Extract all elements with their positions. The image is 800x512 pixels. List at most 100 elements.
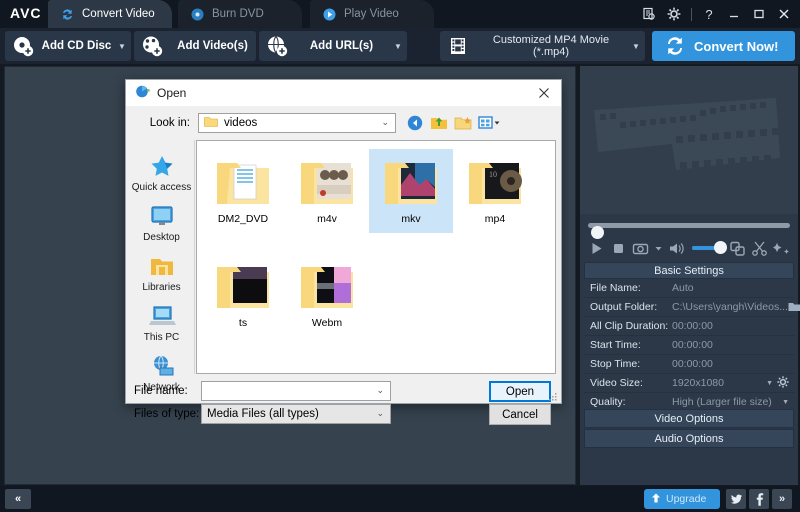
gear-icon[interactable] [777, 375, 789, 391]
main-toolbar: Add CD Disc ▼ Add Video(s) Add URL(s) ▼ … [0, 28, 800, 64]
libraries-icon [148, 254, 176, 280]
basic-settings-list: File Name: Auto Output Folder: C:\Users\… [584, 279, 800, 412]
titlebar: AVC Convert Video Burn DVD Play Video ? [0, 0, 800, 28]
file-name: m4v [317, 213, 337, 225]
add-cd-disc-label: Add CD Disc [41, 40, 112, 52]
cancel-button[interactable]: Cancel [489, 404, 551, 425]
cd-plus-icon [12, 35, 34, 57]
merge-icon[interactable] [729, 240, 746, 257]
profile-selector[interactable]: Customized MP4 Movie (*.mp4) ▼ [440, 31, 645, 61]
files-of-type-value: Media Files (all types) [207, 408, 319, 420]
place-label: Quick access [131, 181, 192, 193]
new-folder-icon[interactable] [454, 114, 472, 132]
file-item[interactable]: DM2_DVD [201, 149, 285, 233]
chevron-down-icon[interactable]: ▼ [766, 380, 773, 387]
setting-value[interactable]: C:\Users\yangh\Videos... [672, 301, 788, 313]
file-name-input[interactable]: ⌄ [201, 381, 391, 401]
resize-grip[interactable] [548, 391, 558, 401]
more-icon[interactable]: » [772, 489, 792, 509]
file-item-selected[interactable]: mkv [369, 149, 453, 233]
audio-options-button[interactable]: Audio Options [584, 429, 794, 448]
task-list-icon[interactable] [641, 6, 657, 22]
folder-icon[interactable] [788, 301, 800, 313]
convert-arrows-icon [664, 35, 686, 57]
convert-now-button[interactable]: Convert Now! [652, 31, 795, 61]
folder-icon [204, 116, 218, 131]
setting-value[interactable]: 00:00:00 [672, 358, 794, 370]
file-item[interactable]: m4v [285, 149, 369, 233]
setting-row-file-name: File Name: Auto [584, 279, 794, 298]
chevron-down-icon[interactable]: ⌄ [376, 385, 384, 396]
add-urls-button[interactable]: Add URL(s) ▼ [259, 31, 407, 61]
video-options-button[interactable]: Video Options [584, 409, 794, 428]
seek-bar[interactable] [580, 216, 798, 239]
place-label: Libraries [142, 281, 181, 293]
file-list[interactable]: DM2_DVD m4v mkv 10 mp4 ts Webm [196, 140, 556, 374]
up-one-level-icon[interactable] [430, 114, 448, 132]
twitter-icon[interactable] [726, 489, 746, 509]
scissors-icon[interactable] [751, 240, 768, 257]
folder-icon [382, 155, 440, 209]
chevron-down-icon[interactable]: ▼ [113, 42, 131, 51]
tab-burn-dvd[interactable]: Burn DVD [178, 0, 302, 28]
look-in-combo[interactable]: videos ⌄ [198, 113, 396, 133]
tab-label: Burn DVD [212, 8, 264, 20]
add-videos-button[interactable]: Add Video(s) [134, 31, 256, 61]
tab-play-video[interactable]: Play Video [310, 0, 434, 28]
chevron-down-icon[interactable]: ▼ [782, 399, 789, 406]
files-of-type-combo[interactable]: Media Files (all types) ⌄ [201, 404, 391, 424]
file-name: DM2_DVD [217, 213, 269, 225]
basic-settings-title: Basic Settings [654, 264, 724, 277]
place-libraries[interactable]: Libraries [129, 248, 194, 298]
tab-label: Play Video [344, 8, 399, 20]
views-icon[interactable] [478, 114, 500, 132]
file-name-label: File name: [134, 385, 188, 397]
tab-convert-video[interactable]: Convert Video [48, 0, 172, 28]
folder-icon [298, 259, 356, 313]
facebook-icon[interactable] [749, 489, 769, 509]
volume-icon[interactable] [668, 240, 685, 257]
close-icon[interactable] [776, 6, 792, 22]
add-cd-disc-button[interactable]: Add CD Disc ▼ [5, 31, 131, 61]
filmstrip-watermark [594, 98, 780, 170]
star-icon [148, 154, 176, 180]
minimize-icon[interactable] [726, 6, 742, 22]
maximize-icon[interactable] [751, 6, 767, 22]
setting-value[interactable]: High (Larger file size) [672, 396, 782, 408]
place-quick-access[interactable]: Quick access [129, 148, 194, 198]
status-bar: « Upgrade » [0, 486, 800, 512]
video-preview[interactable] [580, 66, 798, 214]
help-icon[interactable]: ? [701, 6, 717, 22]
place-this-pc[interactable]: This PC [129, 298, 194, 348]
chevron-down-icon[interactable]: ▼ [389, 42, 407, 51]
setting-row-output-folder: Output Folder: C:\Users\yangh\Videos... [584, 298, 800, 317]
chevron-down-icon[interactable]: ⌄ [376, 408, 384, 419]
collapse-panel-button[interactable]: « [5, 489, 31, 509]
close-icon[interactable] [527, 80, 561, 106]
chevron-down-icon[interactable]: ⌄ [381, 117, 389, 128]
seek-track[interactable] [588, 223, 790, 239]
setting-value[interactable]: 1920x1080 [672, 377, 766, 389]
file-item[interactable]: 10 mp4 [453, 149, 537, 233]
file-item[interactable]: ts [201, 253, 285, 337]
camera-icon[interactable] [632, 240, 649, 257]
volume-handle[interactable] [714, 241, 727, 254]
setting-value[interactable]: 00:00:00 [672, 339, 794, 351]
chevron-down-icon[interactable] [654, 240, 663, 257]
stop-icon[interactable] [610, 240, 627, 257]
play-icon[interactable] [588, 240, 605, 257]
back-icon[interactable] [406, 114, 424, 132]
upgrade-button[interactable]: Upgrade [644, 489, 720, 509]
setting-key: Start Time: [590, 339, 641, 351]
dialog-body: Look in: videos ⌄ Quick access Desktop L… [126, 106, 561, 425]
place-desktop[interactable]: Desktop [129, 198, 194, 248]
setting-key: Video Size: [590, 377, 643, 389]
chevron-down-icon[interactable]: ▼ [627, 42, 645, 51]
effects-icon[interactable] [773, 240, 790, 257]
gear-icon[interactable] [666, 6, 682, 22]
file-item[interactable]: Webm [285, 253, 369, 337]
volume-slider[interactable] [692, 241, 727, 254]
profile-label: Customized MP4 Movie (*.mp4) [492, 34, 610, 58]
open-button[interactable]: Open [489, 381, 551, 402]
setting-value[interactable]: Auto [672, 282, 794, 294]
